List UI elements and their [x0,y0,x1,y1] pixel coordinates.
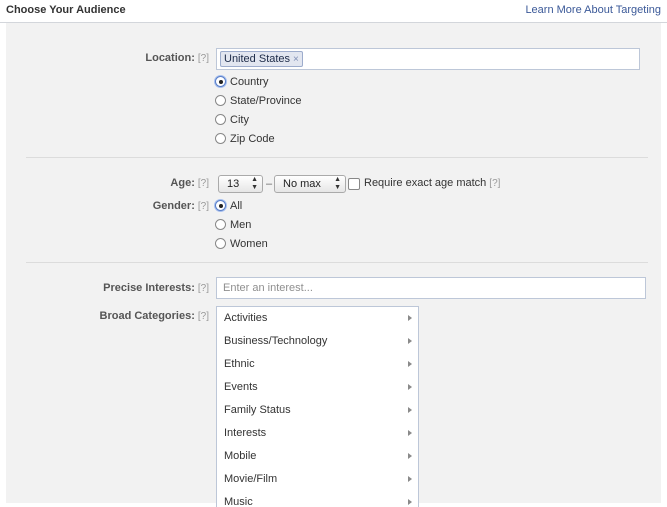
gender-option-label: All [230,200,243,212]
gender-option-label: Women [230,238,268,250]
category-item[interactable]: Interests [217,422,418,445]
age-help-icon[interactable]: [?] [198,178,209,189]
remove-token-icon[interactable]: × [293,54,299,65]
category-label: Movie/Film [224,473,278,485]
location-token[interactable]: United States × [220,51,303,67]
radio-checked-icon[interactable] [215,200,226,211]
category-label: Ethnic [224,358,255,370]
category-item[interactable]: Ethnic [217,353,418,376]
chevron-right-icon [408,384,412,390]
chevron-right-icon [408,453,412,459]
gender-label: Gender: [?] [153,200,209,212]
categories-help-icon[interactable]: [?] [198,311,209,322]
category-item[interactable]: Events [217,376,418,399]
category-label: Interests [224,427,267,439]
age-label-text: Age: [170,177,195,189]
category-label: Family Status [224,404,291,416]
learn-more-link[interactable]: Learn More About Targeting [525,4,661,16]
gender-option-label: Men [230,219,252,231]
category-label: Business/Technology [224,335,328,347]
gender-option-men[interactable]: Men [215,217,251,233]
age-min-value: 13 [227,178,240,190]
interests-label: Precise Interests: [?] [103,282,209,294]
updown-arrows-icon: ▲ ▼ [334,176,341,191]
age-min-select[interactable]: 13 ▲ ▼ [218,175,263,193]
radio-icon[interactable] [215,133,226,144]
gender-help-icon[interactable]: [?] [198,201,209,212]
interests-label-text: Precise Interests: [103,282,195,294]
chevron-right-icon [408,407,412,413]
category-item[interactable]: Activities [217,307,418,330]
chevron-right-icon [408,315,412,321]
location-option-label: City [230,114,249,126]
chevron-right-icon [408,338,412,344]
header: Choose Your Audience Learn More About Ta… [0,0,667,23]
page-title: Choose Your Audience [6,4,126,16]
location-token-label: United States [224,53,291,65]
category-label: Events [224,381,258,393]
location-input[interactable]: United States × [216,48,640,70]
location-label: Location: [?] [145,52,209,64]
categories-label: Broad Categories: [?] [100,310,209,322]
exact-age-label: Require exact age match [?] [364,177,500,189]
audience-panel: Location: [?] United States × Country Stat… [6,23,661,507]
chevron-right-icon [408,430,412,436]
radio-icon[interactable] [215,238,226,249]
exact-age-checkbox[interactable] [348,178,360,190]
exact-age-help-icon[interactable]: [?] [489,178,500,189]
age-label: Age: [?] [170,177,209,189]
exact-age-label-text: Require exact age match [364,177,487,189]
category-label: Mobile [224,450,257,462]
categories-list[interactable]: Activities Business/Technology Ethnic Ev… [216,306,419,507]
chevron-right-icon [408,499,412,505]
categories-label-text: Broad Categories: [99,310,195,322]
radio-icon[interactable] [215,219,226,230]
interests-help-icon[interactable]: [?] [198,283,209,294]
chevron-right-icon [408,476,412,482]
location-help-icon[interactable]: [?] [198,53,209,64]
interests-input[interactable] [216,277,646,299]
location-option-zip[interactable]: Zip Code [215,131,275,147]
category-item[interactable]: Family Status [217,399,418,422]
location-option-label: Zip Code [230,133,275,145]
radio-icon[interactable] [215,114,226,125]
category-item[interactable]: Music [217,491,418,507]
location-option-label: State/Province [230,95,302,107]
gender-option-all[interactable]: All [215,198,242,214]
category-item[interactable]: Mobile [217,445,418,468]
location-option-label: Country [230,76,269,88]
chevron-right-icon [408,361,412,367]
location-label-text: Location: [145,52,195,64]
category-item[interactable]: Movie/Film [217,468,418,491]
age-range-separator: – [266,178,273,190]
category-label: Activities [224,312,268,324]
section-divider [26,262,648,263]
radio-icon[interactable] [215,95,226,106]
radio-checked-icon[interactable] [215,76,226,87]
section-divider [26,157,648,158]
gender-label-text: Gender: [152,200,195,212]
age-max-value: No max [283,178,321,190]
location-option-country[interactable]: Country [215,74,269,90]
age-max-select[interactable]: No max ▲ ▼ [274,175,346,193]
location-option-city[interactable]: City [215,112,249,128]
gender-option-women[interactable]: Women [215,236,268,252]
category-label: Music [224,496,253,507]
updown-arrows-icon: ▲ ▼ [251,176,258,191]
category-item[interactable]: Business/Technology [217,330,418,353]
location-option-state[interactable]: State/Province [215,93,302,109]
